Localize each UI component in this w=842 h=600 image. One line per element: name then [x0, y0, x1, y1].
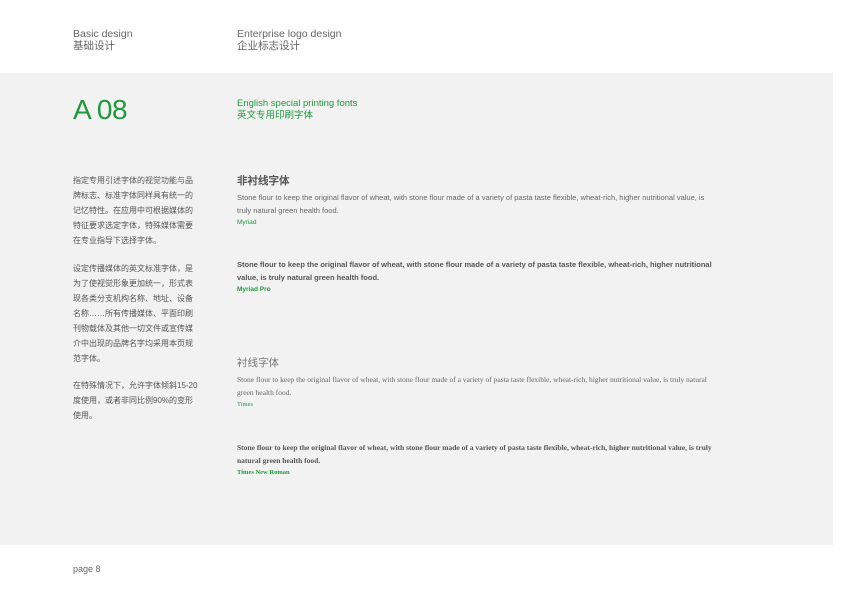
sans-serif-regular-block: 非衬线字体 Stone flour to keep the original f… [237, 173, 717, 226]
section-title-zh: 英文专用印刷字体 [237, 110, 314, 121]
header-basic-design: Basic design 基础设计 [73, 28, 133, 52]
sans-bold-sample: Stone flour to keep the original flavor … [237, 260, 712, 282]
sans-bold-font-name: Myriad Pro [237, 286, 271, 293]
serif-bold-font-name: Times New Roman [237, 469, 290, 476]
sans-regular-font-name: Myriad [237, 219, 257, 226]
serif-bold-block: Stone flour to keep the original flavor … [237, 441, 717, 476]
header-left-en: Basic design [73, 28, 133, 40]
sidebar-paragraph-1: 指定专用引述字体的视觉功能与品牌标志、标准字体同样具有统一的记忆特性。在应用中可… [73, 176, 193, 245]
section-title: English special printing fonts 英文专用印刷字体 [237, 98, 357, 122]
header-right-en: Enterprise logo design [237, 28, 342, 40]
sidebar-paragraph-2: 设定传播媒体的英文标准字体，是为了使视觉形象更加统一，形式表现各类分支机构名称、… [73, 264, 193, 363]
section-code: A 08 [73, 94, 128, 125]
page-number: page 8 [73, 564, 101, 574]
header-right-zh: 企业标志设计 [237, 40, 300, 52]
serif-heading: 衬线字体 [237, 358, 279, 369]
header-logo-design: Enterprise logo design 企业标志设计 [237, 28, 341, 52]
serif-regular-sample: Stone flour to keep the original flavor … [237, 375, 707, 397]
serif-regular-block: 衬线字体 Stone flour to keep the original fl… [237, 355, 717, 408]
sans-serif-bold-block: Stone flour to keep the original flavor … [237, 258, 717, 293]
header-left-zh: 基础设计 [73, 40, 115, 52]
section-title-en: English special printing fonts [237, 98, 358, 109]
sans-regular-sample: Stone flour to keep the original flavor … [237, 193, 705, 215]
sans-serif-heading: 非衬线字体 [237, 175, 290, 187]
sidebar-paragraph-3: 在特殊情况下，允许字体倾斜15-20度使用，或者非同比例90%的变形使用。 [73, 381, 198, 420]
serif-bold-sample: Stone flour to keep the original flavor … [237, 443, 712, 465]
serif-regular-font-name: Times [237, 401, 254, 408]
